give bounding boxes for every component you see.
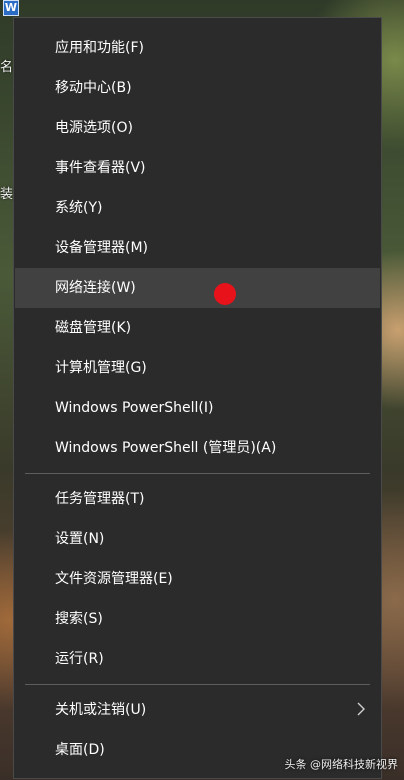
winx-context-menu: 应用和功能(F) 移动中心(B) 电源选项(O) 事件查看器(V) 系统(Y) …: [13, 17, 382, 779]
red-marker-dot: [214, 283, 236, 305]
menu-item-run[interactable]: 运行(R): [15, 639, 380, 679]
menu-item-mobility-center[interactable]: 移动中心(B): [15, 68, 380, 108]
menu-item-power-options[interactable]: 电源选项(O): [15, 108, 380, 148]
menu-item-powershell-admin[interactable]: Windows PowerShell (管理员)(A): [15, 428, 380, 468]
word-document-icon[interactable]: W: [3, 0, 19, 16]
menu-item-network-connections[interactable]: 网络连接(W): [15, 268, 380, 308]
menu-item-disk-management[interactable]: 磁盘管理(K): [15, 308, 380, 348]
desktop-icon-label-fragment: 装: [0, 187, 14, 202]
menu-item-powershell[interactable]: Windows PowerShell(I): [15, 388, 380, 428]
menu-item-device-manager[interactable]: 设备管理器(M): [15, 228, 380, 268]
menu-item-search[interactable]: 搜索(S): [15, 599, 380, 639]
desktop-icon-label-fragment: 名: [0, 60, 14, 75]
menu-item-event-viewer[interactable]: 事件查看器(V): [15, 148, 380, 188]
menu-item-apps-features[interactable]: 应用和功能(F): [15, 28, 380, 68]
menu-item-settings[interactable]: 设置(N): [15, 519, 380, 559]
menu-separator: [25, 473, 370, 474]
menu-item-shutdown-signout[interactable]: 关机或注销(U): [15, 690, 380, 730]
menu-separator: [25, 684, 370, 685]
chevron-right-icon: [357, 702, 365, 716]
menu-item-label: 关机或注销(U): [55, 702, 147, 718]
watermark-text: 头条 @网络科技新视界: [284, 758, 399, 771]
menu-item-file-explorer[interactable]: 文件资源管理器(E): [15, 559, 380, 599]
menu-item-task-manager[interactable]: 任务管理器(T): [15, 479, 380, 519]
menu-item-computer-management[interactable]: 计算机管理(G): [15, 348, 380, 388]
desktop-background: W 名 装 应用和功能(F) 移动中心(B) 电源选项(O) 事件查看器(V) …: [0, 0, 404, 780]
menu-item-system[interactable]: 系统(Y): [15, 188, 380, 228]
